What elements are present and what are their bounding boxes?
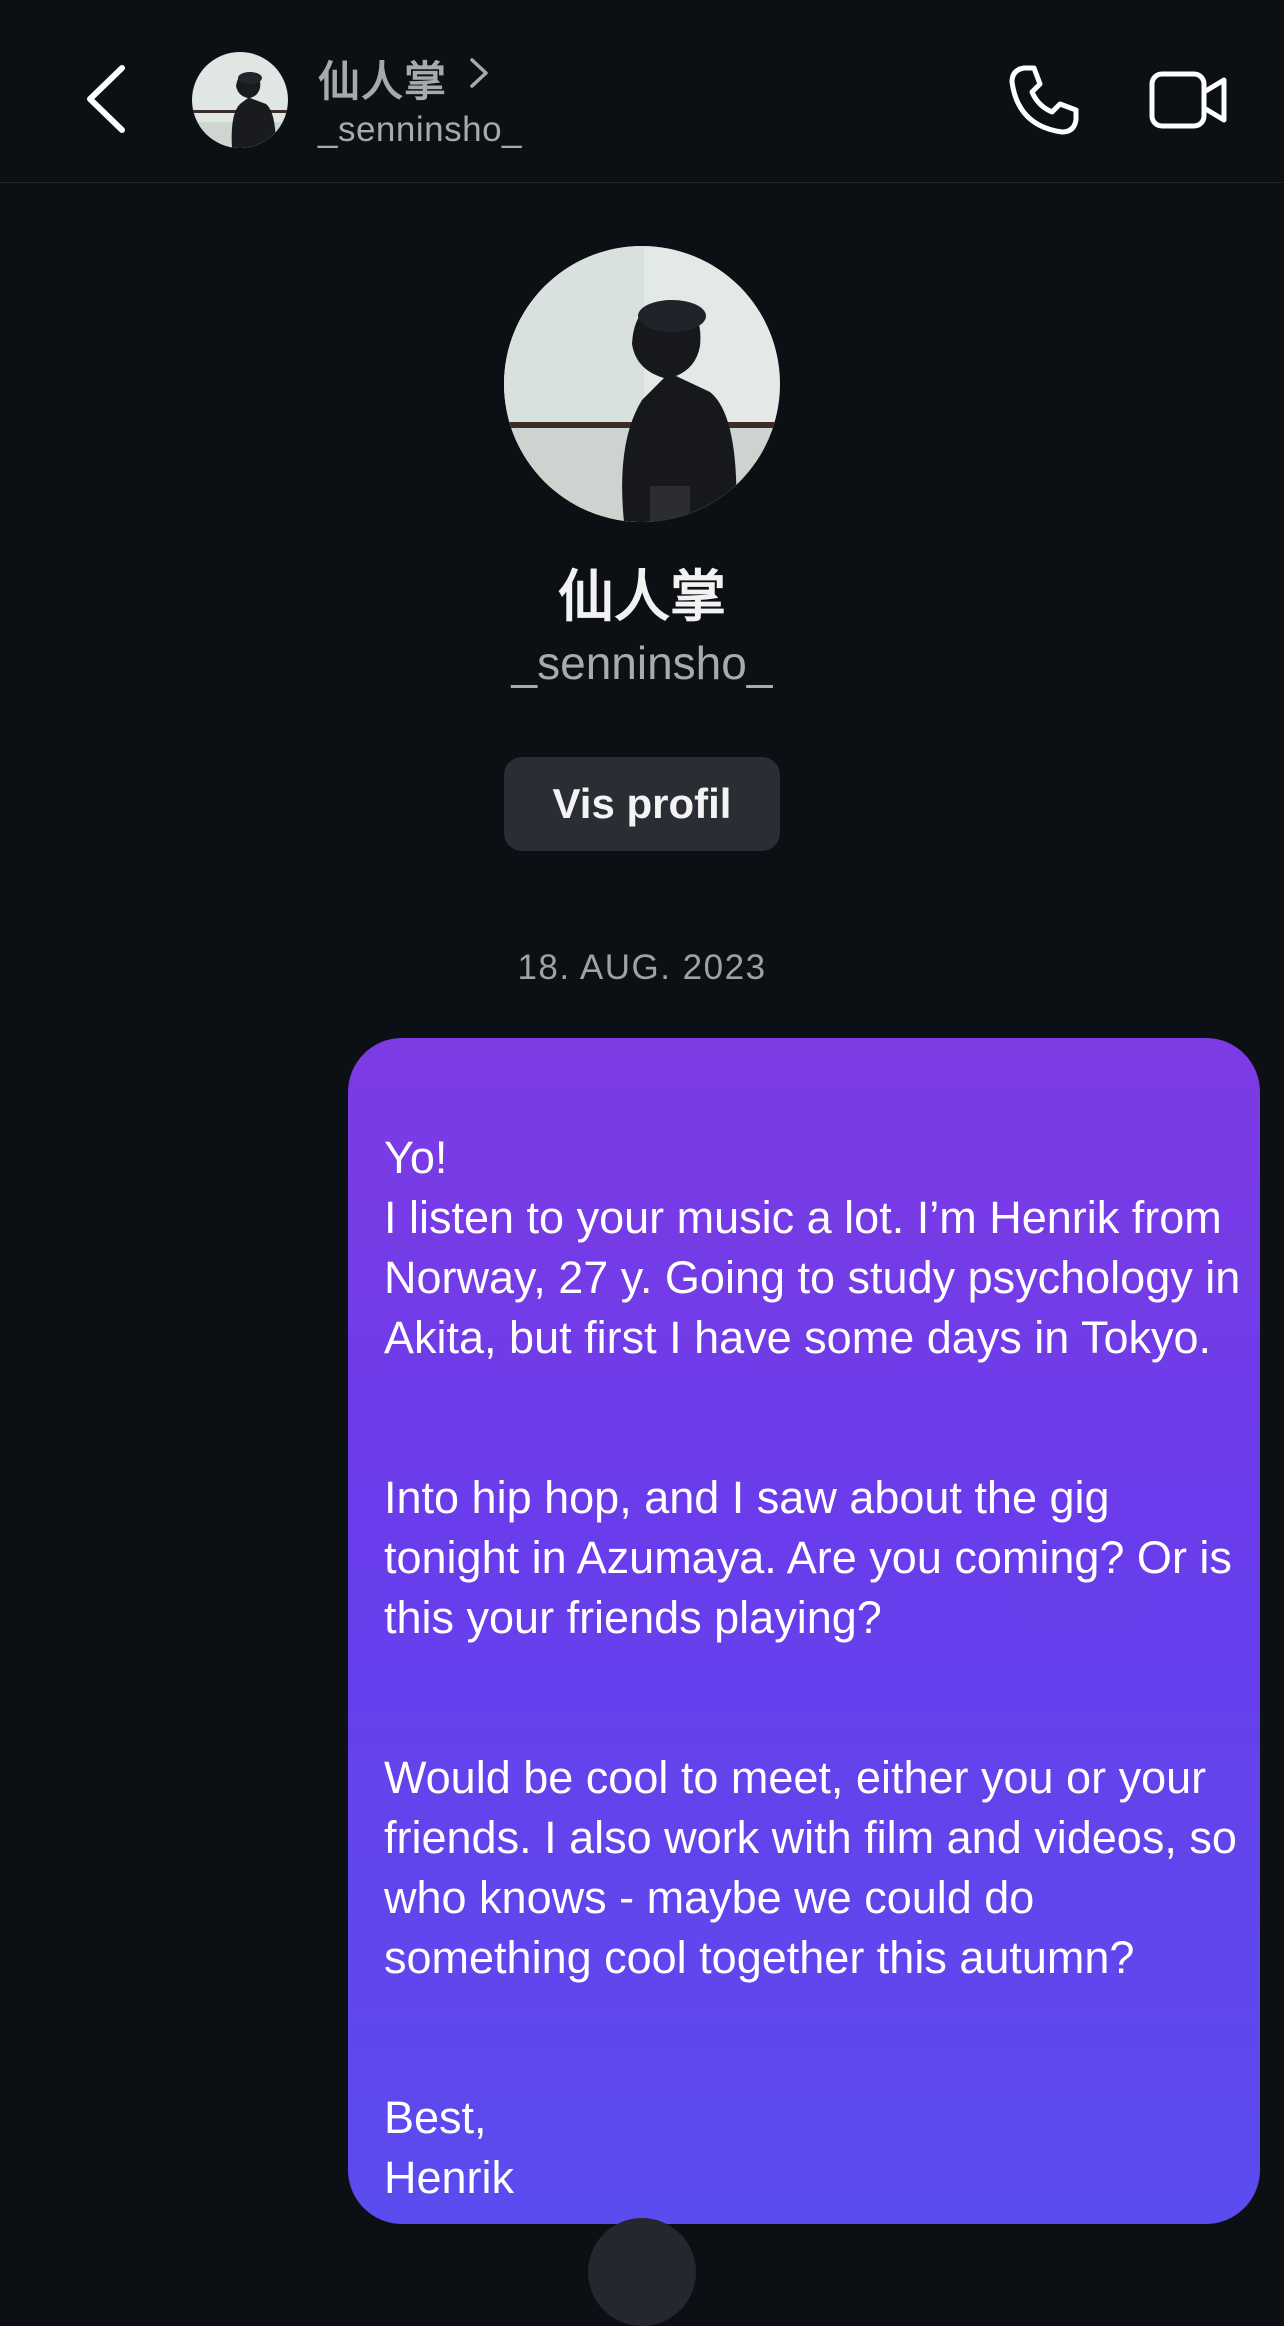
profile-display-name: 仙人掌	[558, 565, 726, 628]
chat-header: 仙人掌 _senninsho_	[0, 0, 1284, 183]
message-paragraph: Yo! I listen to your music a lot. I’m He…	[384, 1132, 1241, 1363]
header-display-name[interactable]: 仙人掌	[318, 48, 447, 109]
view-profile-button[interactable]: Vis profil	[504, 757, 780, 851]
header-username[interactable]: _senninsho_	[318, 110, 522, 150]
message-paragraph: Into hip hop, and I saw about the gig to…	[384, 1472, 1232, 1643]
message-paragraph: Best, Henrik	[384, 2092, 515, 2203]
chevron-right-icon	[470, 58, 488, 88]
audio-call-button[interactable]	[1006, 62, 1082, 138]
message-text: Yo! I listen to your music a lot. I’m He…	[384, 1068, 1244, 2268]
phone-icon	[1009, 65, 1079, 135]
avatar-photo	[192, 52, 288, 148]
video-call-button[interactable]	[1148, 68, 1228, 132]
profile-avatar[interactable]	[504, 246, 780, 522]
message-paragraph: Would be cool to meet, either you or you…	[384, 1752, 1237, 1983]
message-bubble-outgoing[interactable]: Yo! I listen to your music a lot. I’m He…	[348, 1038, 1260, 2224]
header-avatar[interactable]	[192, 52, 288, 148]
back-chevron-icon	[87, 65, 125, 133]
back-button[interactable]	[82, 62, 132, 136]
video-camera-icon	[1149, 71, 1227, 129]
profile-username: _senninsho_	[511, 637, 773, 689]
profile-photo	[504, 246, 780, 522]
scroll-to-bottom-button[interactable]	[588, 2218, 696, 2326]
date-separator: 18. AUG. 2023	[517, 948, 767, 987]
